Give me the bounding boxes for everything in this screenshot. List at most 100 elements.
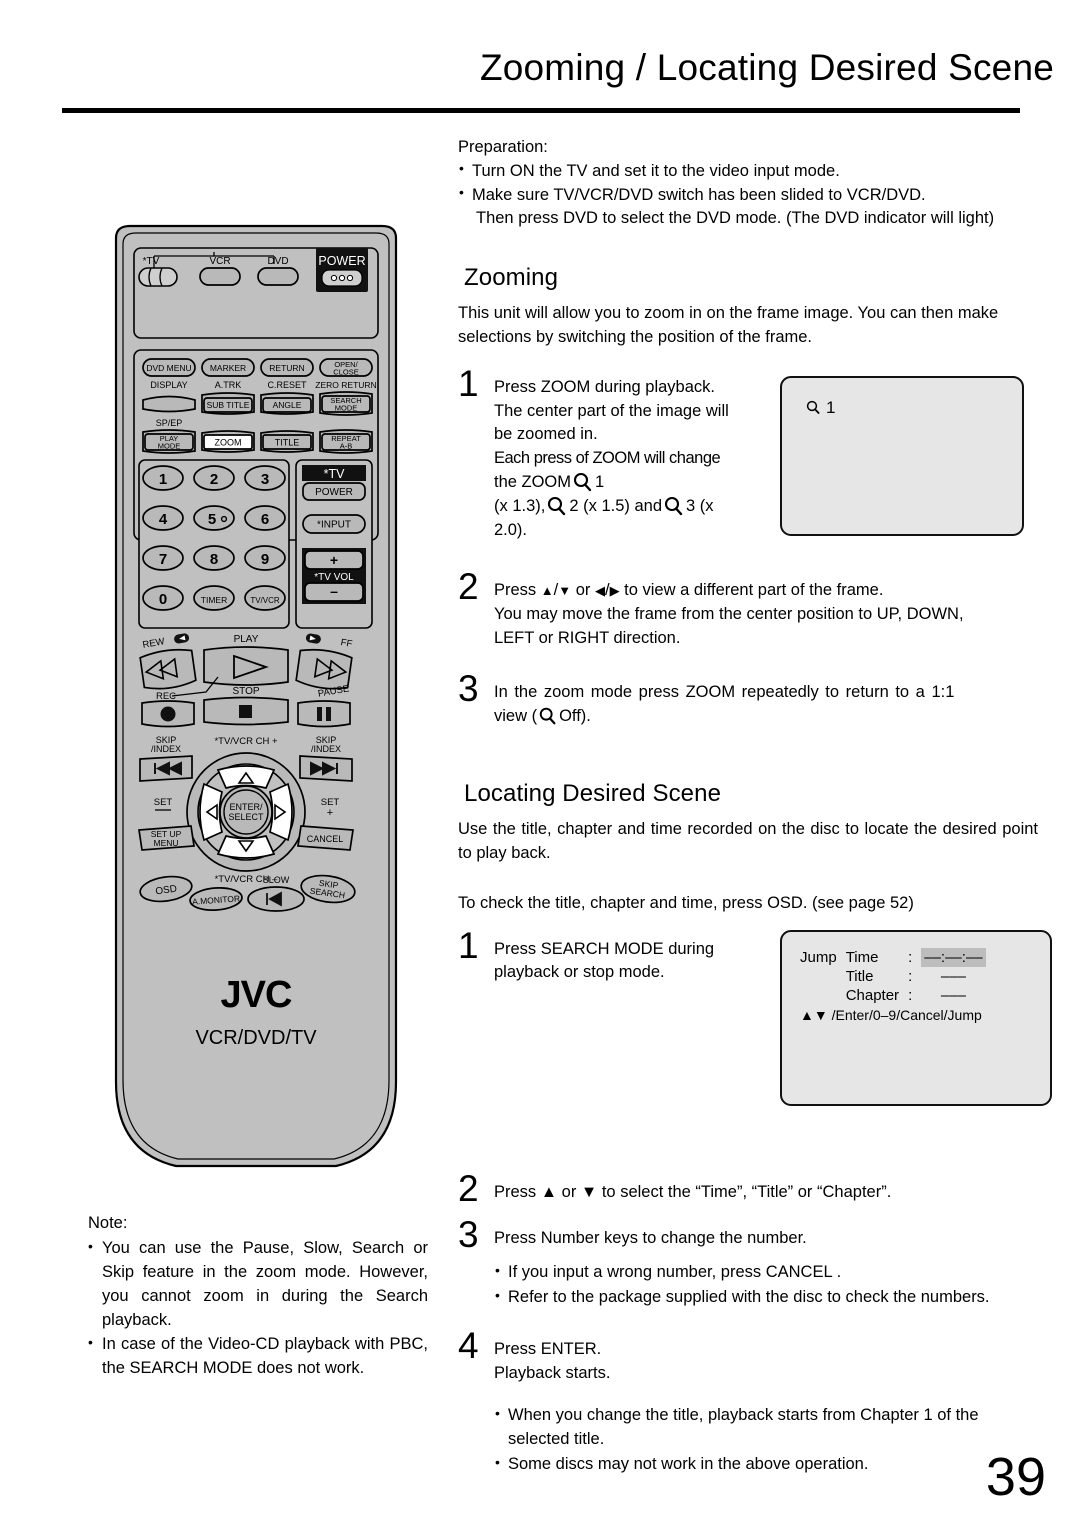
preparation-item-text: Make sure TV/VCR/DVD switch has been sli… (472, 185, 926, 204)
nav-left-button[interactable] (199, 782, 223, 842)
zooming-step-3: 3 In the zoom mode press ZOOM repeatedly… (458, 670, 1038, 729)
list-item: Refer to the package supplied with the d… (494, 1285, 1038, 1310)
repeat-ab-button[interactable]: REPEAT A-B (319, 429, 373, 454)
display-label: DISPLAY (150, 380, 187, 390)
marker-button[interactable]: MARKER (201, 358, 255, 377)
key-5[interactable]: 5 (193, 505, 235, 531)
step-line: In the zoom mode press ZOOM repeatedly t… (494, 682, 955, 701)
play-mode-button[interactable]: PLAY MODE (142, 429, 196, 454)
note-text: Some discs may not work in the above ope… (508, 1454, 869, 1473)
svg-text:TV/VCR: TV/VCR (250, 596, 280, 605)
arrow-down-icon: ▼ (558, 583, 572, 599)
svg-text:DVD MENU: DVD MENU (146, 363, 191, 373)
key-7[interactable]: 7 (142, 545, 184, 571)
open-close-button[interactable]: OPEN/ CLOSE (319, 358, 373, 377)
key-4[interactable]: 4 (142, 505, 184, 531)
arrow-right-icon: ▶ (609, 583, 620, 599)
step-number: 2 (458, 1168, 479, 1210)
key-1[interactable]: 1 (142, 465, 184, 491)
step-line: or (575, 581, 591, 600)
svg-text:CLOSE: CLOSE (333, 368, 358, 377)
jump-row-value[interactable]: ––– (921, 967, 985, 986)
vcr-button[interactable] (199, 267, 241, 286)
svg-text:9: 9 (261, 551, 269, 568)
jump-row-label: Time (845, 948, 879, 966)
step-line: Press (494, 581, 537, 600)
jump-row-value[interactable]: ––:––:–– (921, 947, 986, 967)
note-text: When you change the title, playback star… (508, 1405, 979, 1448)
step-line: 2 (x 1.5) and (569, 497, 662, 516)
stop-button[interactable] (203, 696, 289, 726)
search-mode-button[interactable]: SEARCH MODE (319, 391, 373, 416)
step-line: 3 (x (686, 497, 714, 516)
tv-vcr-button[interactable]: TV/VCR (244, 585, 286, 611)
nav-up-button[interactable] (216, 765, 276, 789)
note-label: Note: (88, 1214, 128, 1232)
key-8[interactable]: 8 (193, 545, 235, 571)
step-number: 2 (458, 566, 479, 608)
jump-row-value[interactable]: ––– (921, 986, 985, 1005)
rec-button[interactable] (141, 700, 195, 728)
key-2[interactable]: 2 (193, 465, 235, 491)
dvd-button[interactable] (257, 267, 299, 286)
svg-text:7: 7 (159, 551, 167, 568)
skip-index-right-button[interactable] (299, 755, 353, 782)
slow-button[interactable] (247, 886, 305, 912)
svg-text:4: 4 (159, 511, 168, 528)
key-9[interactable]: 9 (244, 545, 286, 571)
zoom-button[interactable]: ZOOM (201, 430, 255, 453)
svg-text:1: 1 (159, 471, 167, 488)
key-6[interactable]: 6 (244, 505, 286, 531)
list-item: Some discs may not work in the above ope… (494, 1452, 1038, 1477)
return-button[interactable]: RETURN (260, 358, 314, 377)
jump-search-osd-screen: Jump Time : ––:––:–– Title : ––– Chapter… (780, 929, 1052, 1106)
dvd-menu-button[interactable]: DVD MENU (142, 358, 196, 377)
locating-step-4: 4 Press ENTER. Playback starts. (458, 1327, 1038, 1386)
header-rule (62, 108, 1020, 113)
skip-index-left-button[interactable] (139, 755, 193, 782)
nav-down-button[interactable] (216, 835, 276, 859)
nav-right-button[interactable] (269, 782, 293, 842)
list-item: Make sure TV/VCR/DVD switch has been sli… (458, 183, 1038, 231)
svg-text:SELECT: SELECT (228, 812, 264, 822)
display-button[interactable] (142, 395, 196, 413)
pause-button[interactable] (297, 700, 351, 728)
note-text: Refer to the package supplied with the d… (508, 1288, 990, 1307)
key-0[interactable]: 0 (142, 585, 184, 611)
creset-label: C.RESET (267, 380, 307, 390)
page-number: 39 (985, 1447, 1046, 1507)
arrow-left-icon: ◀ (594, 583, 605, 599)
power-button[interactable]: POWER (316, 248, 368, 292)
cancel-button[interactable]: CANCEL (297, 825, 354, 851)
angle-button[interactable]: ANGLE (260, 392, 314, 415)
enter-select-button[interactable]: ENTER/ SELECT (219, 785, 273, 839)
title-button[interactable]: TITLE (260, 430, 314, 453)
svg-text:POWER: POWER (315, 487, 353, 498)
tv-volume-control[interactable]: + *TV VOL – (302, 548, 366, 604)
tv-power-button[interactable]: POWER (302, 482, 366, 501)
key-3[interactable]: 3 (244, 465, 286, 491)
svg-text:MARKER: MARKER (210, 363, 246, 373)
step-number: 1 (458, 924, 479, 966)
svg-text:TITLE: TITLE (275, 438, 300, 448)
setup-menu-button[interactable]: SET UP MENU (138, 825, 195, 851)
locating-step-3: 3 Press Number keys to change the number… (458, 1216, 1038, 1253)
remote-control-illustration: .bdy{fill:#c0c0c0;stroke:#000;stroke-wid… (106, 222, 406, 1172)
zoom-level-indicator: 1 (806, 396, 835, 420)
step-line: Off). (559, 706, 591, 725)
sub-title-button[interactable]: SUB TITLE (201, 392, 255, 415)
tv-input-button[interactable]: *INPUT (302, 514, 366, 534)
zooming-step-1: 1 Press ZOOM during playback. The center… (458, 365, 1038, 543)
note-text: You can use the Pause, Slow, Search or S… (102, 1238, 428, 1329)
list-item: When you change the title, playback star… (494, 1403, 1038, 1452)
tv-vcr-dvd-switch[interactable] (138, 267, 178, 287)
note-text: If you input a wrong number, press CANCE… (508, 1263, 842, 1282)
svg-text:3: 3 (261, 471, 269, 488)
svg-text:ANGLE: ANGLE (273, 400, 302, 410)
remote-model-line: VCR/DVD/TV (195, 1027, 317, 1049)
tv-panel-header: *TV (324, 467, 346, 481)
jump-row-colon: : (908, 948, 913, 966)
timer-button[interactable]: TIMER (193, 585, 235, 611)
power-button-label: POWER (318, 254, 365, 268)
jump-osd-hint: ▲▼ /Enter/0–9/Cancel/Jump (800, 1007, 982, 1024)
